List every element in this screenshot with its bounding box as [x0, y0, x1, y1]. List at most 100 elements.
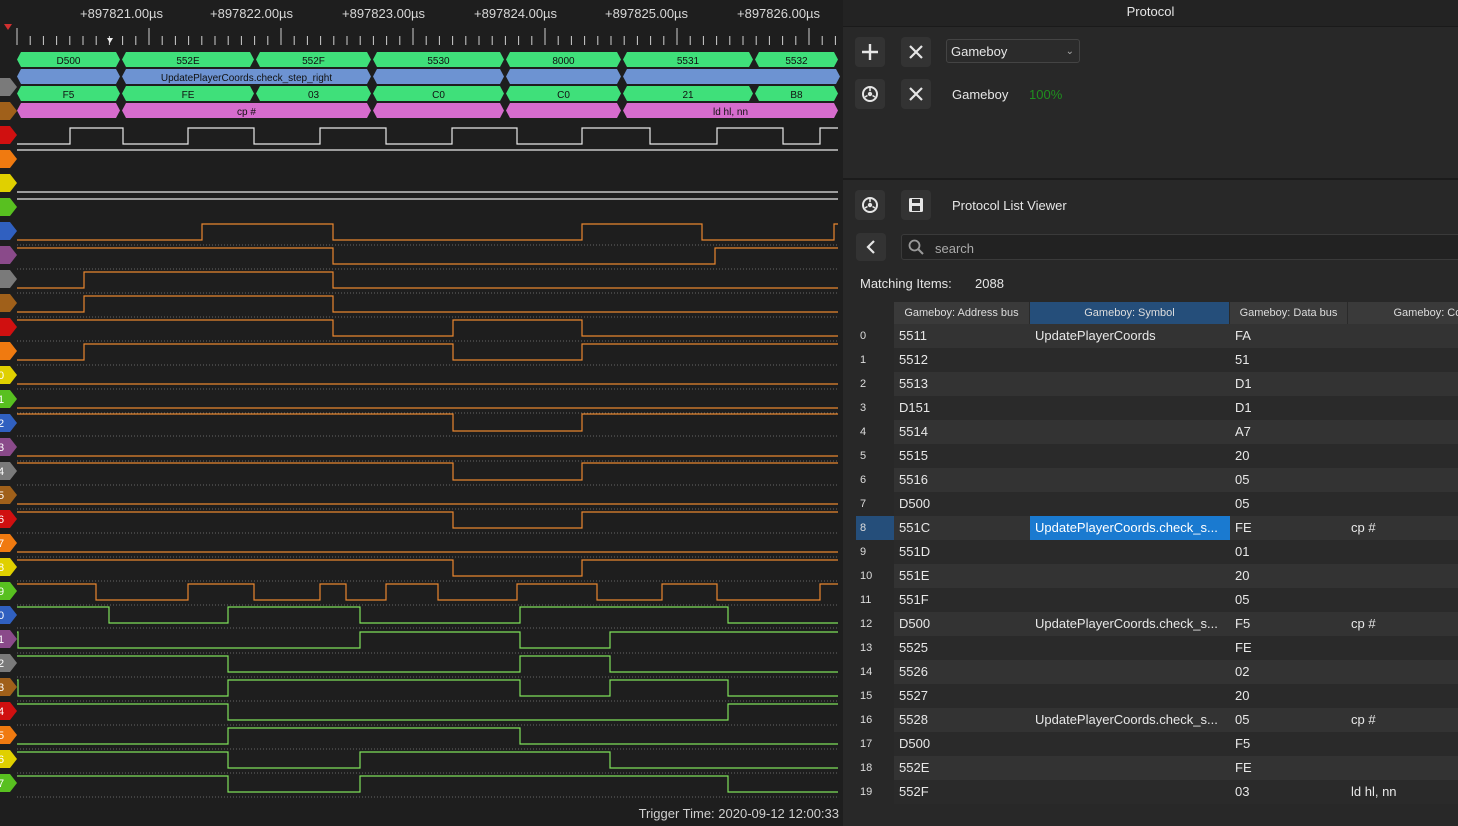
table-row[interactable]: 6 5516 05: [856, 468, 1458, 492]
data-cell: 20: [1235, 448, 1250, 463]
channel-number: 9: [0, 586, 4, 598]
channel-tab: [0, 126, 17, 144]
table-row[interactable]: 9 551D 01: [856, 540, 1458, 564]
address-cell: 5511: [899, 328, 927, 343]
channel-tab: [0, 294, 17, 312]
row-index: 11: [860, 594, 872, 606]
add-decoder-button[interactable]: [855, 37, 885, 67]
symbol-segment: [506, 69, 621, 84]
table-row[interactable]: 16 5528 UpdatePlayerCoords.check_s... 05 cp …: [856, 708, 1458, 732]
signal-trace: [17, 462, 838, 481]
symbol-cell: [1030, 372, 1230, 396]
table-row[interactable]: 11 551F 05: [856, 588, 1458, 612]
decoder-select[interactable]: Gameboy ⌄: [946, 39, 1080, 63]
signal-trace: [17, 751, 838, 769]
table-row[interactable]: 13 5525 FE: [856, 636, 1458, 660]
table-row[interactable]: 10 551E 20: [856, 564, 1458, 588]
list-viewer-title: Protocol List Viewer: [952, 198, 1067, 213]
back-button[interactable]: [856, 233, 886, 261]
table-row[interactable]: 12 D500 UpdatePlayerCoords.check_s... F5 cp …: [856, 612, 1458, 636]
row-index: 17: [860, 738, 873, 750]
column-header-code[interactable]: Gameboy: Cod: [1348, 302, 1458, 324]
panel-divider[interactable]: [843, 178, 1458, 180]
decoder-settings-button[interactable]: [855, 79, 885, 109]
search-input[interactable]: [933, 237, 1437, 259]
address-cell: 551E: [899, 568, 930, 583]
symbol-cell: [1030, 636, 1230, 660]
signal-trace: [17, 271, 838, 289]
signal-trace: [17, 413, 838, 432]
address-cell: D500: [899, 496, 931, 511]
time-label: +897826.00µs: [737, 6, 821, 21]
table-row[interactable]: 15 5527 20: [856, 684, 1458, 708]
data-cell: 20: [1235, 688, 1250, 703]
decoder-progress: 100%: [1029, 87, 1063, 102]
save-button[interactable]: [901, 190, 931, 220]
search-box[interactable]: [901, 234, 1458, 260]
table-row[interactable]: 4 5514 A7: [856, 420, 1458, 444]
signal-trace: [17, 247, 838, 265]
symbol-cell: UpdatePlayerCoords.check_s...: [1030, 516, 1230, 540]
table-row[interactable]: 17 D500 F5: [856, 732, 1458, 756]
column-header-data[interactable]: Gameboy: Data bus: [1230, 302, 1348, 324]
data-cell: 05: [1235, 496, 1250, 511]
remove-decoder-button[interactable]: [901, 37, 931, 67]
address-cell: 5525: [899, 640, 928, 655]
channel-number: 2: [0, 658, 4, 670]
row-index: 18: [860, 762, 873, 774]
code-cell: [1351, 564, 1458, 588]
waveform-canvas[interactable]: D500 552E 552F 5530 8000 5531 5532UpdatePlayer…: [0, 0, 843, 826]
code-cell: [1351, 348, 1458, 372]
waveform-view[interactable]: D500 552E 552F 5530 8000 5531 5532 UpdatePlayer…: [0, 0, 843, 826]
symbol-segment: [623, 69, 840, 84]
time-label: +897821.00µs: [80, 6, 164, 21]
address-cell: 551C: [899, 520, 931, 535]
column-header-address[interactable]: Gameboy: Address bus: [894, 302, 1030, 324]
data-segment-label: C0: [557, 90, 570, 101]
table-row[interactable]: 0 5511 UpdatePlayerCoords FA: [856, 324, 1458, 348]
data-segment-label: FE: [182, 90, 195, 101]
signal-trace: [17, 511, 838, 529]
symbol-cell: [1030, 780, 1230, 804]
code-cell: ld hl, nn: [1351, 784, 1397, 799]
row-index: 6: [860, 474, 867, 486]
table-row[interactable]: 5 5515 20: [856, 444, 1458, 468]
symbol-cell: [1030, 684, 1230, 708]
table-row[interactable]: 3 D151 D1: [856, 396, 1458, 420]
channel-number: 8: [0, 562, 4, 574]
close-icon: [909, 87, 923, 101]
table-row[interactable]: 19 552F 03 ld hl, nn: [856, 780, 1458, 804]
row-index: 8: [856, 516, 894, 540]
code-cell: [1351, 540, 1458, 564]
address-cell: 552E: [899, 760, 930, 775]
symbol-cell: UpdatePlayerCoords: [1035, 328, 1156, 343]
symbol-cell: [1030, 564, 1230, 588]
signal-trace: [17, 343, 838, 361]
row-index: 5: [860, 450, 867, 462]
data-cell: 20: [1235, 568, 1250, 583]
table-row[interactable]: 2 5513 D1: [856, 372, 1458, 396]
table-row[interactable]: 1 5512 51: [856, 348, 1458, 372]
symbol-cell: [1030, 468, 1230, 492]
column-header-symbol[interactable]: Gameboy: Symbol: [1030, 302, 1230, 324]
table-row[interactable]: 8 551C UpdatePlayerCoords.check_s... FE cp #: [856, 516, 1458, 540]
channel-number: 7: [0, 778, 4, 790]
table-row[interactable]: 18 552E FE: [856, 756, 1458, 780]
code-cell: [1351, 444, 1458, 468]
address-segment-label: D500: [57, 56, 81, 67]
address-segment-label: 5530: [427, 56, 450, 67]
channel-number: 5: [0, 730, 4, 742]
data-segment-label: C0: [432, 90, 445, 101]
channel-number: 5: [0, 490, 4, 502]
table-header: Gameboy: Address bus Gameboy: Symbol Gam…: [894, 302, 1458, 324]
channel-number: 6: [0, 514, 4, 526]
channel-number: 2: [0, 418, 4, 430]
table-row[interactable]: 7 D500 05: [856, 492, 1458, 516]
row-index: 15: [860, 690, 873, 702]
list-viewer-settings-button[interactable]: [855, 190, 885, 220]
table-row[interactable]: 14 5526 02: [856, 660, 1458, 684]
signal-trace: [17, 655, 838, 673]
delete-decoder-button[interactable]: [901, 79, 931, 109]
decoder-select-value: Gameboy: [951, 44, 1008, 59]
gear-icon: [862, 197, 878, 213]
